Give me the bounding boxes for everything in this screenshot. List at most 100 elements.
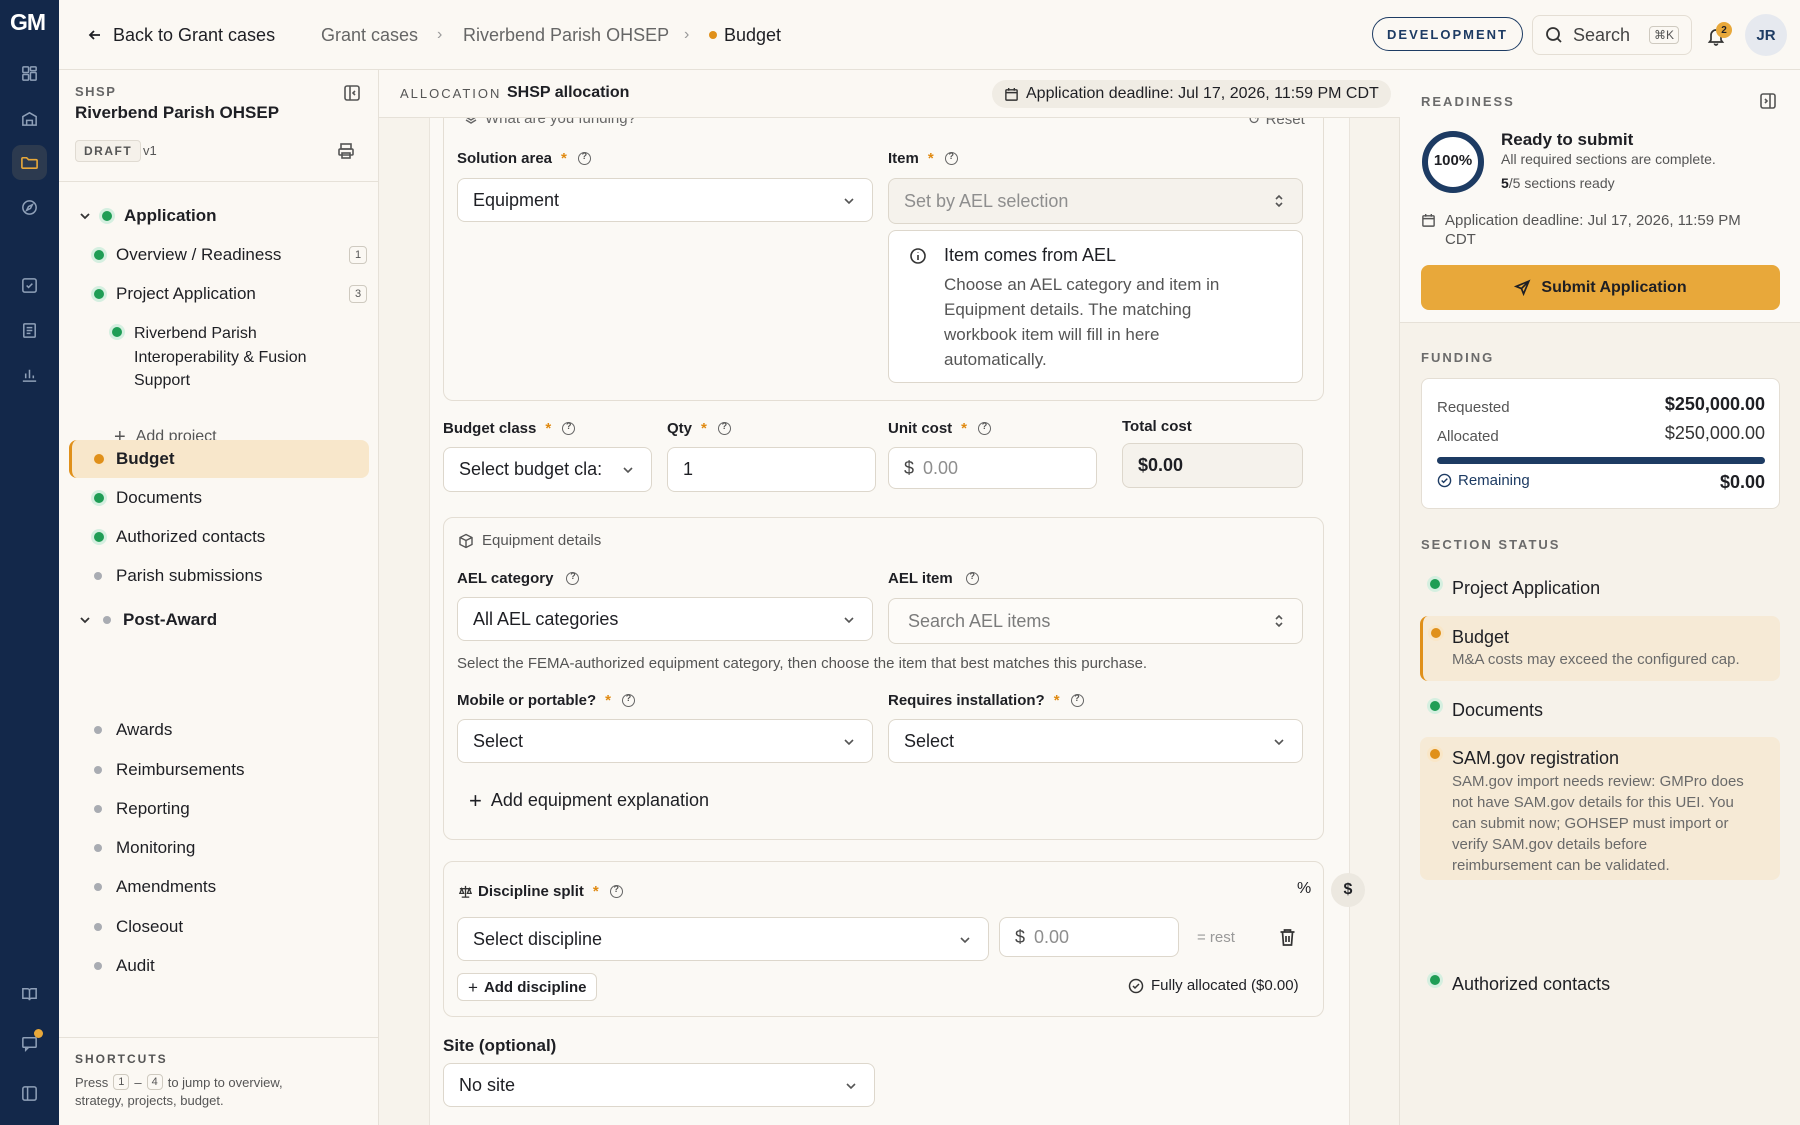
budget-class-select[interactable]: Select budget cla: bbox=[443, 447, 652, 492]
info-icon bbox=[910, 248, 926, 264]
help-icon[interactable] bbox=[609, 884, 623, 898]
checklist-icon[interactable] bbox=[12, 268, 47, 303]
help-icon[interactable] bbox=[577, 151, 591, 165]
sidebar-item-overview[interactable]: Overview / Readiness 1 bbox=[94, 238, 367, 272]
reset-button[interactable]: ↺ Reset bbox=[1248, 118, 1305, 128]
help-icon[interactable] bbox=[944, 151, 958, 165]
select-placeholder: Select budget cla: bbox=[459, 459, 603, 479]
sidebar-item-monitoring[interactable]: Monitoring bbox=[94, 831, 195, 865]
sidebar-item-audit[interactable]: Audit bbox=[94, 949, 155, 983]
section-heading-label: What are you funding? bbox=[485, 118, 636, 127]
sidebar-item-label: Overview / Readiness bbox=[116, 245, 282, 264]
search-button[interactable]: Search ⌘K bbox=[1532, 15, 1692, 55]
sidebar-item-closeout[interactable]: Closeout bbox=[94, 910, 183, 944]
chat-unread-dot bbox=[34, 1029, 43, 1038]
add-discipline-button[interactable]: + Add discipline bbox=[457, 973, 598, 1001]
sidebar-item-reimbursements[interactable]: Reimbursements bbox=[94, 753, 245, 787]
receipt-icon[interactable] bbox=[12, 313, 47, 348]
sidebar-item-project[interactable]: Riverbend Parish Interoperability & Fusi… bbox=[112, 322, 332, 393]
sidebar-item-budget[interactable]: Budget bbox=[94, 442, 175, 476]
discipline-select[interactable]: Select discipline bbox=[457, 917, 989, 961]
sidebar-item-project-application[interactable]: Project Application 3 bbox=[94, 277, 367, 311]
chevron-down-icon bbox=[844, 739, 854, 746]
item-select[interactable]: Set by AEL selection bbox=[888, 178, 1303, 224]
status-item-budget[interactable]: Budget M&A costs may exceed the configur… bbox=[1420, 616, 1780, 681]
discipline-amount-input[interactable]: $ 0.00 bbox=[999, 917, 1179, 957]
select-placeholder: Select discipline bbox=[473, 928, 603, 949]
panel-icon[interactable] bbox=[12, 1076, 47, 1111]
sidebar-item-documents[interactable]: Documents bbox=[94, 481, 202, 515]
remaining-value: $0.00 bbox=[1719, 472, 1765, 492]
total-cost-label: Total cost bbox=[1122, 418, 1192, 435]
allocation-value: SHSP allocation bbox=[507, 84, 630, 101]
sidebar-item-awards[interactable]: Awards bbox=[94, 713, 172, 747]
unit-cost-input[interactable]: $ 0.00 bbox=[888, 447, 1097, 489]
deadline-chip: Application deadline: Jul 17, 2026, 11:5… bbox=[992, 80, 1391, 108]
box-icon bbox=[459, 533, 473, 548]
add-equipment-explanation-button[interactable]: + Add equipment explanation bbox=[469, 789, 709, 811]
brand-logo[interactable]: GM bbox=[10, 9, 46, 36]
compass-icon[interactable] bbox=[12, 190, 47, 225]
ael-category-select[interactable]: All AEL categories bbox=[457, 597, 873, 641]
building-icon[interactable] bbox=[12, 101, 47, 136]
book-icon[interactable] bbox=[12, 977, 47, 1012]
mobile-select[interactable]: Select bbox=[457, 719, 873, 763]
budget-class-label: Budget class * bbox=[443, 420, 576, 437]
chevron-up-down-icon bbox=[1275, 614, 1283, 628]
version-label: v1 bbox=[143, 143, 157, 158]
sidebar-item-parish-submissions[interactable]: Parish submissions bbox=[94, 559, 262, 593]
chat-icon[interactable] bbox=[12, 1026, 47, 1061]
help-icon[interactable] bbox=[562, 421, 576, 435]
help-icon[interactable] bbox=[1070, 693, 1084, 707]
help-icon[interactable] bbox=[978, 421, 992, 435]
chevron-down-icon bbox=[844, 198, 854, 205]
allocation-status: Fully allocated ($0.00) bbox=[1128, 977, 1299, 994]
shortcuts-hint: Press 1 – 4 to jump to overview, bbox=[75, 1074, 283, 1090]
percent-toggle[interactable]: % bbox=[1297, 880, 1311, 898]
collapse-panel-icon[interactable] bbox=[1759, 92, 1777, 115]
qty-input[interactable]: 1 bbox=[667, 447, 876, 492]
shortcuts-text: Press bbox=[75, 1074, 109, 1090]
input-placeholder: 0.00 bbox=[1034, 926, 1070, 947]
breadcrumb-org[interactable]: Riverbend Parish OHSEP bbox=[463, 24, 669, 46]
status-item-detail: M&A costs may exceed the configured cap. bbox=[1452, 651, 1740, 668]
help-icon[interactable] bbox=[717, 421, 731, 435]
submit-application-button[interactable]: Submit Application bbox=[1421, 265, 1780, 310]
calendar-clock-icon bbox=[1422, 213, 1435, 227]
dollar-toggle[interactable]: $ bbox=[1331, 873, 1365, 907]
chart-icon[interactable] bbox=[12, 357, 47, 392]
status-dot bbox=[94, 250, 104, 260]
sidebar-item-amendments[interactable]: Amendments bbox=[94, 870, 216, 904]
status-item-name: SAM.gov registration bbox=[1452, 748, 1620, 768]
avatar[interactable]: JR bbox=[1745, 14, 1787, 56]
status-item-project-application[interactable]: Project Application bbox=[1420, 567, 1780, 607]
readiness-subline: All required sections are complete. bbox=[1501, 151, 1716, 167]
back-link[interactable]: Back to Grant cases bbox=[87, 24, 275, 46]
group-application[interactable]: Application bbox=[79, 199, 217, 233]
print-icon[interactable] bbox=[337, 142, 355, 165]
folder-icon[interactable] bbox=[12, 145, 47, 180]
status-item-documents[interactable]: Documents bbox=[1420, 689, 1780, 729]
installation-select[interactable]: Select bbox=[888, 719, 1303, 763]
group-post-award[interactable]: Post-Award bbox=[79, 603, 217, 637]
solution-area-select[interactable]: Equipment bbox=[457, 178, 873, 222]
sidebar-item-label: Authorized contacts bbox=[116, 527, 266, 546]
help-icon[interactable] bbox=[566, 571, 580, 585]
status-item-sam-gov[interactable]: SAM.gov registration SAM.gov import need… bbox=[1420, 737, 1780, 880]
status-dot bbox=[112, 327, 122, 337]
trash-icon[interactable] bbox=[1278, 927, 1297, 952]
site-select[interactable]: No site bbox=[443, 1063, 875, 1107]
status-item-authorized-contacts-row[interactable]: Authorized contacts bbox=[1420, 963, 1780, 1003]
help-icon[interactable] bbox=[622, 693, 636, 707]
status-dot bbox=[94, 962, 102, 970]
help-icon[interactable] bbox=[965, 571, 979, 585]
ael-item-combobox[interactable]: Search AEL items bbox=[888, 598, 1303, 644]
layers-icon bbox=[465, 118, 477, 124]
dashboard-icon[interactable] bbox=[12, 56, 47, 91]
sidebar-item-reporting[interactable]: Reporting bbox=[94, 792, 190, 826]
mobile-label: Mobile or portable? * bbox=[457, 692, 636, 709]
breadcrumb-grant-cases[interactable]: Grant cases bbox=[321, 24, 418, 46]
sidebar-item-authorized-contacts[interactable]: Authorized contacts bbox=[94, 520, 265, 554]
collapse-sidebar-icon[interactable] bbox=[343, 84, 361, 107]
notification-bell[interactable]: 2 bbox=[1706, 20, 1734, 48]
